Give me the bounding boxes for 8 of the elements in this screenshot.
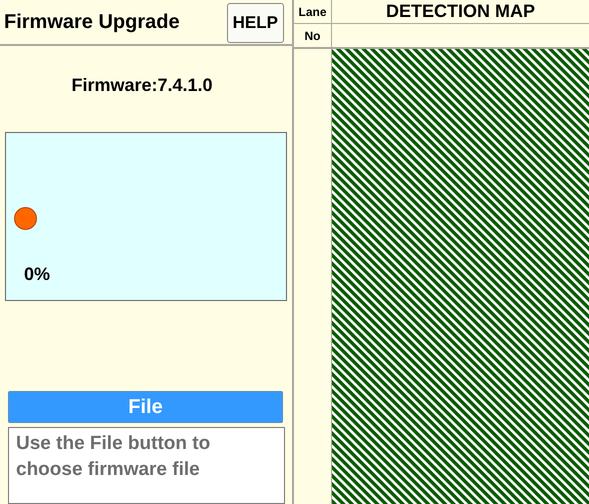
lane-header: Lane	[298, 4, 326, 20]
firmware-version: Firmware:7.4.1.0	[71, 74, 213, 98]
progress-percent: 0%	[24, 263, 50, 286]
map-title: DETECTION MAP	[386, 0, 535, 23]
help-button[interactable]: HELP	[226, 3, 284, 44]
page-title: Firmware Upgrade	[4, 10, 180, 36]
message-box: Use the File button to choose firmware file	[8, 426, 285, 504]
number-header: No	[304, 28, 320, 44]
